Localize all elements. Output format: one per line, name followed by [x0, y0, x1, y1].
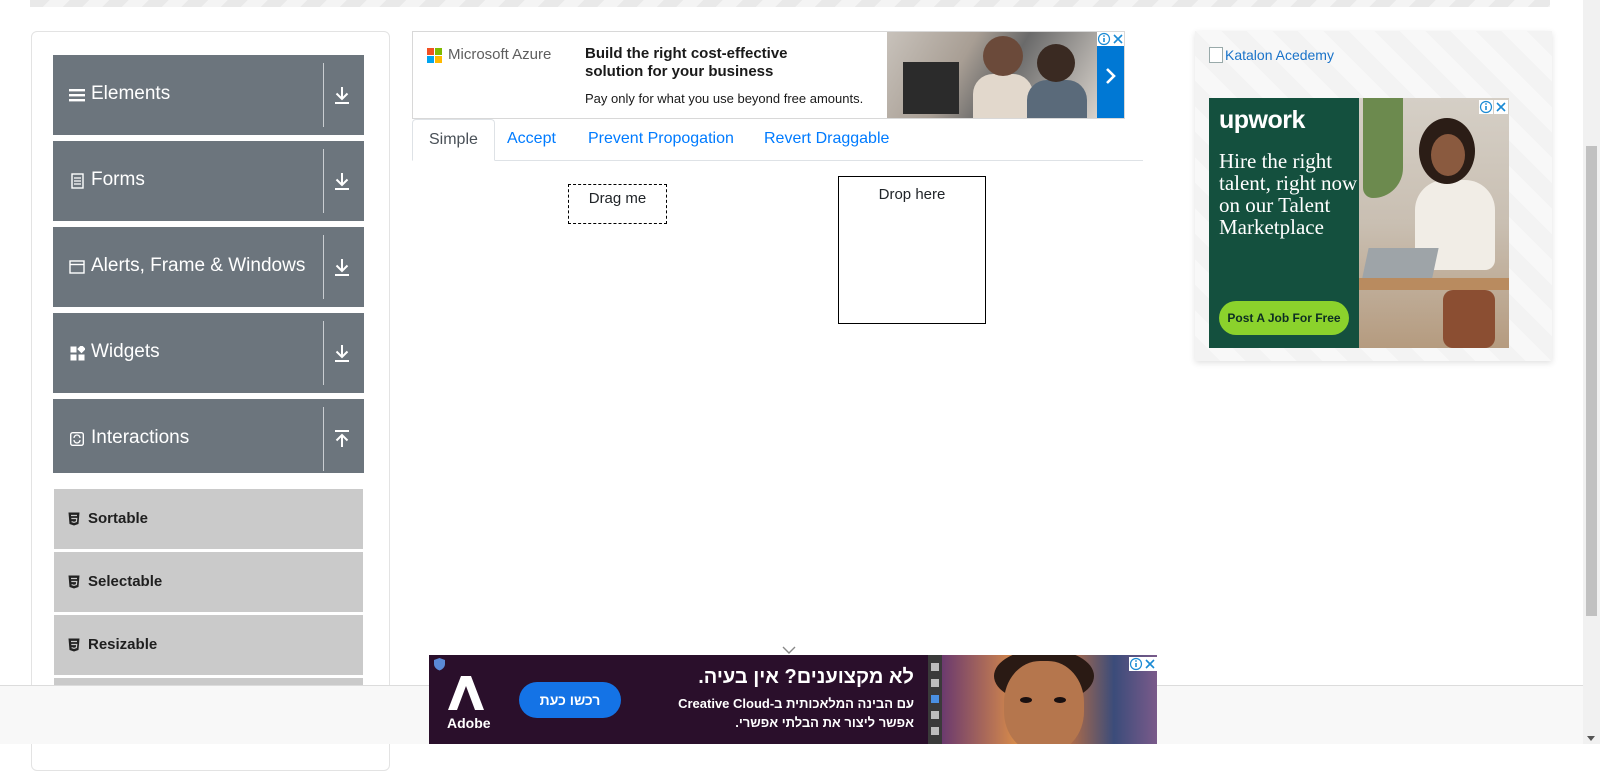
html5-icon [68, 638, 80, 652]
post-job-button[interactable]: Post A Job For Free [1219, 301, 1349, 335]
divider [323, 407, 324, 471]
buy-now-button[interactable]: רכשו כעת [519, 682, 621, 718]
group-title: Interactions [91, 427, 190, 448]
download-arrow-icon[interactable] [332, 84, 352, 106]
upwork-logo: upwork [1219, 106, 1305, 134]
adobe-brand: Adobe [447, 715, 491, 731]
sidebar-item-label: Resizable [88, 636, 158, 653]
group-title: Alerts, Frame & Windows [91, 255, 306, 276]
right-ad-container: Katalon Acedemy upwork Hire the right ta… [1195, 31, 1552, 361]
download-arrow-icon[interactable] [332, 256, 352, 278]
group-title: Widgets [91, 341, 160, 362]
tab-accept[interactable]: Accept [491, 119, 572, 161]
ad-headline: לא מקצוענים? אין בעיה. [698, 666, 914, 688]
html5-icon [68, 575, 80, 589]
microsoft-logo-icon [427, 48, 443, 64]
close-icon[interactable] [1143, 657, 1157, 671]
adobe-ad-banner[interactable]: Adobe רכשו כעת לא מקצוענים? אין בעיה. עם… [429, 655, 1157, 744]
interactions-icon [69, 431, 85, 447]
broken-image-alt: Katalon Acedemy [1225, 47, 1334, 63]
draggable-box[interactable]: Drag me [568, 184, 667, 224]
sidebar-item-resizable[interactable]: Resizable [54, 615, 363, 677]
tab-prevent-propogation[interactable]: Prevent Propogation [572, 119, 750, 161]
tab-revert-draggable[interactable]: Revert Draggable [748, 119, 905, 161]
tab-simple[interactable]: Simple [412, 119, 495, 161]
download-arrow-icon[interactable] [332, 342, 352, 364]
sidebar-item-selectable[interactable]: Selectable [54, 552, 363, 614]
chevron-down-icon[interactable] [782, 641, 796, 654]
azure-ad-banner[interactable]: Microsoft Azure Build the right cost-eff… [412, 31, 1125, 119]
ad-subtext-line-1: עם הבינה המלאכותית ב-Creative Cloud [678, 696, 914, 711]
group-title: Forms [91, 169, 145, 190]
ad-portrait [942, 655, 1157, 744]
broken-image[interactable]: Katalon Acedemy [1209, 47, 1334, 63]
upwork-panel: upwork Hire the right talent, right now … [1209, 98, 1359, 348]
html5-icon [68, 512, 80, 526]
top-decorative-band [30, 0, 1550, 7]
chevron-right-icon [1106, 68, 1116, 84]
scrollbar-thumb[interactable] [1586, 146, 1597, 616]
shield-icon [433, 657, 446, 671]
adobe-logo-icon [447, 675, 485, 711]
scroll-down-arrow-icon[interactable] [1586, 730, 1596, 741]
sidebar-item-sortable[interactable]: Sortable [54, 489, 363, 551]
download-arrow-icon[interactable] [332, 170, 352, 192]
divider [323, 63, 324, 127]
group-header-alerts[interactable]: Alerts, Frame & Windows [53, 227, 364, 307]
sidebar-item-label: Selectable [88, 573, 163, 590]
ad-photo [1359, 98, 1509, 348]
ad-subtext-line-2: אפשר ליצור את הבלתי אפשרי. [735, 715, 914, 730]
group-header-forms[interactable]: Forms [53, 141, 364, 221]
divider [323, 149, 324, 213]
upwork-ad-banner[interactable]: upwork Hire the right talent, right now … [1209, 98, 1509, 348]
adchoices-icon[interactable] [1479, 100, 1493, 114]
toolbar-strip [928, 655, 942, 744]
ad-headline: Hire the right talent, right now on our … [1219, 149, 1358, 239]
group-header-interactions[interactable]: Interactions [53, 399, 364, 473]
group-header-widgets[interactable]: Widgets [53, 313, 364, 393]
droppable-tabs: Simple Accept Prevent Propogation Revert… [412, 119, 1143, 161]
divider [323, 321, 324, 385]
close-icon[interactable] [1494, 100, 1508, 114]
broken-image-icon [1209, 47, 1223, 63]
form-icon [69, 173, 85, 189]
ad-brand: Microsoft Azure [448, 46, 552, 63]
adchoices-icon[interactable] [1097, 32, 1111, 46]
group-title: Elements [91, 83, 171, 104]
widgets-icon [69, 345, 85, 361]
menu-lines-icon [69, 87, 85, 103]
upload-arrow-icon[interactable] [332, 428, 352, 450]
divider [323, 235, 324, 299]
left-menu-panel: Elements Forms Alerts, Frame & Windows W… [31, 31, 390, 771]
ad-photo [887, 32, 1097, 118]
ad-subtext: Pay only for what you use beyond free am… [585, 91, 864, 106]
close-icon[interactable] [1111, 32, 1124, 46]
window-icon [69, 259, 85, 275]
sidebar-item-label: Sortable [88, 510, 149, 527]
adchoices-icon[interactable] [1129, 657, 1143, 671]
droppable-box[interactable]: Drop here [838, 176, 986, 324]
group-header-elements[interactable]: Elements [53, 55, 364, 135]
ad-headline: Build the right cost-effective solution … [585, 45, 788, 80]
